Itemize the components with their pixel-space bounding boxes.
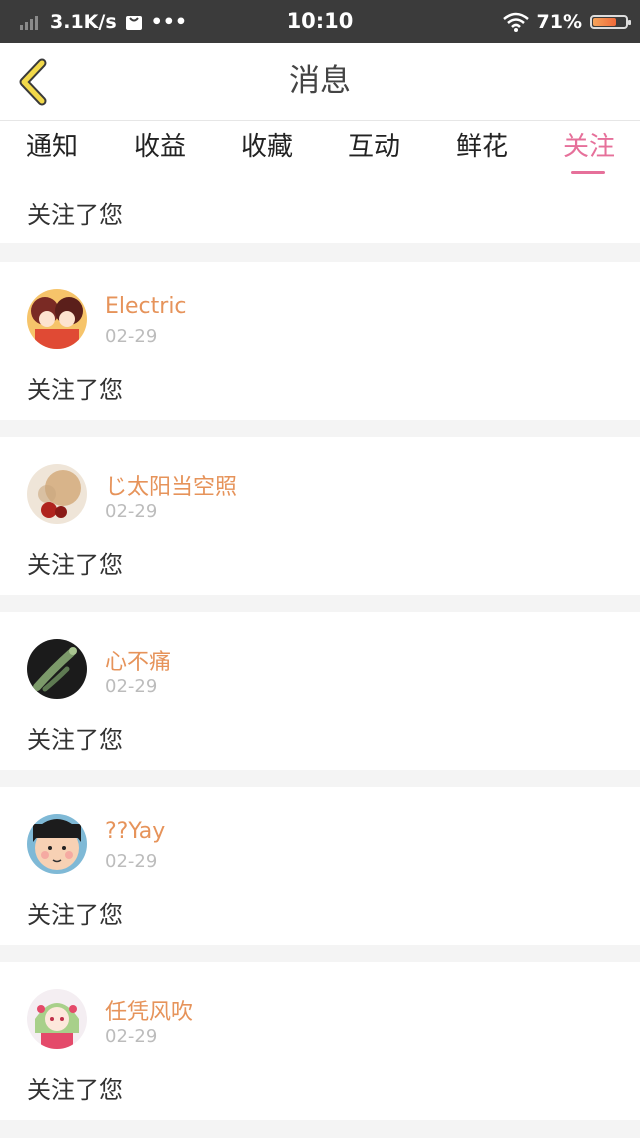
username[interactable]: Electric xyxy=(105,294,187,319)
tab-interactions[interactable]: 互动 xyxy=(348,121,400,177)
list-item[interactable]: 心不痛 02-29 关注了您 xyxy=(0,612,640,770)
avatar[interactable] xyxy=(27,989,87,1049)
tab-favorites[interactable]: 收藏 xyxy=(241,121,293,177)
status-bar: 3.1K/s ••• 10:10 71% xyxy=(0,0,640,43)
page-title: 消息 xyxy=(289,63,351,99)
list-item[interactable]: ??Yay 02-29 关注了您 xyxy=(0,787,640,945)
action-text: 关注了您 xyxy=(27,1076,123,1104)
date: 02-29 xyxy=(105,326,158,347)
top-bar: 消息 xyxy=(0,43,640,121)
avatar[interactable] xyxy=(27,289,87,349)
list-item[interactable]: じ太阳当空照 02-29 关注了您 xyxy=(0,437,640,595)
tab-follows[interactable]: 关注 xyxy=(563,121,615,177)
avatar[interactable] xyxy=(27,814,87,874)
action-text: 关注了您 xyxy=(27,901,123,929)
list-item[interactable]: 任凭风吹 02-29 关注了您 xyxy=(0,962,640,1120)
username[interactable]: 心不痛 xyxy=(105,644,171,676)
username[interactable]: ??Yay xyxy=(105,819,165,844)
action-text: 关注了您 xyxy=(27,201,123,229)
action-text: 关注了您 xyxy=(27,376,123,404)
status-right: 71% xyxy=(502,0,631,43)
battery-icon xyxy=(590,14,631,29)
battery-percent: 71% xyxy=(536,10,582,33)
wifi-icon xyxy=(502,12,529,32)
action-text: 关注了您 xyxy=(27,551,123,579)
tab-flowers[interactable]: 鲜花 xyxy=(456,121,508,177)
username[interactable]: 任凭风吹 xyxy=(105,994,193,1026)
list-item[interactable]: Electric 02-29 关注了您 xyxy=(0,262,640,420)
date: 02-29 xyxy=(105,1026,158,1047)
date: 02-29 xyxy=(105,676,158,697)
list-item[interactable]: 关注了您 xyxy=(0,177,640,243)
date: 02-29 xyxy=(105,501,158,522)
tab-bar: 通知 收益 收藏 互动 鲜花 关注 xyxy=(0,121,640,177)
date: 02-29 xyxy=(105,851,158,872)
tab-notifications[interactable]: 通知 xyxy=(26,121,78,177)
avatar[interactable] xyxy=(27,639,87,699)
avatar[interactable] xyxy=(27,464,87,524)
tab-earnings[interactable]: 收益 xyxy=(134,121,186,177)
action-text: 关注了您 xyxy=(27,726,123,754)
active-tab-indicator xyxy=(571,171,605,174)
username[interactable]: じ太阳当空照 xyxy=(105,469,237,501)
